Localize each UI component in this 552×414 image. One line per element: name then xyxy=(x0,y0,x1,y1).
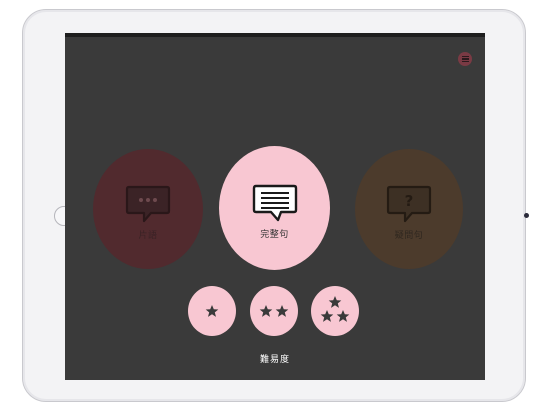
mode-question-button[interactable]: ? 疑問句 xyxy=(355,149,463,269)
difficulty-three-stars-button[interactable] xyxy=(311,286,359,336)
mode-question-label: 疑問句 xyxy=(394,230,424,241)
front-camera xyxy=(524,213,529,218)
mode-fragment-button[interactable]: 片語 xyxy=(93,149,203,269)
app-screen: 片語 完整句 ? 疑問句 難易度 xyxy=(65,33,485,380)
difficulty-two-stars-button[interactable] xyxy=(250,286,298,336)
one-star-icon xyxy=(205,305,219,317)
mode-complete-label: 完整句 xyxy=(260,229,289,240)
speech-bubble-question-icon: ? xyxy=(386,185,432,222)
speech-bubble-ellipsis-icon xyxy=(125,185,171,222)
mode-fragment-label: 片語 xyxy=(138,230,158,241)
difficulty-one-star-button[interactable] xyxy=(188,286,236,336)
svg-text:?: ? xyxy=(405,192,414,210)
two-stars-icon xyxy=(259,305,289,317)
mode-complete-button[interactable]: 完整句 xyxy=(219,146,330,270)
speech-bubble-lines-icon xyxy=(252,184,297,221)
hamburger-menu-icon[interactable] xyxy=(458,52,472,66)
status-bar xyxy=(65,33,485,37)
difficulty-label: 難易度 xyxy=(259,355,290,365)
three-stars-icon xyxy=(320,296,350,322)
